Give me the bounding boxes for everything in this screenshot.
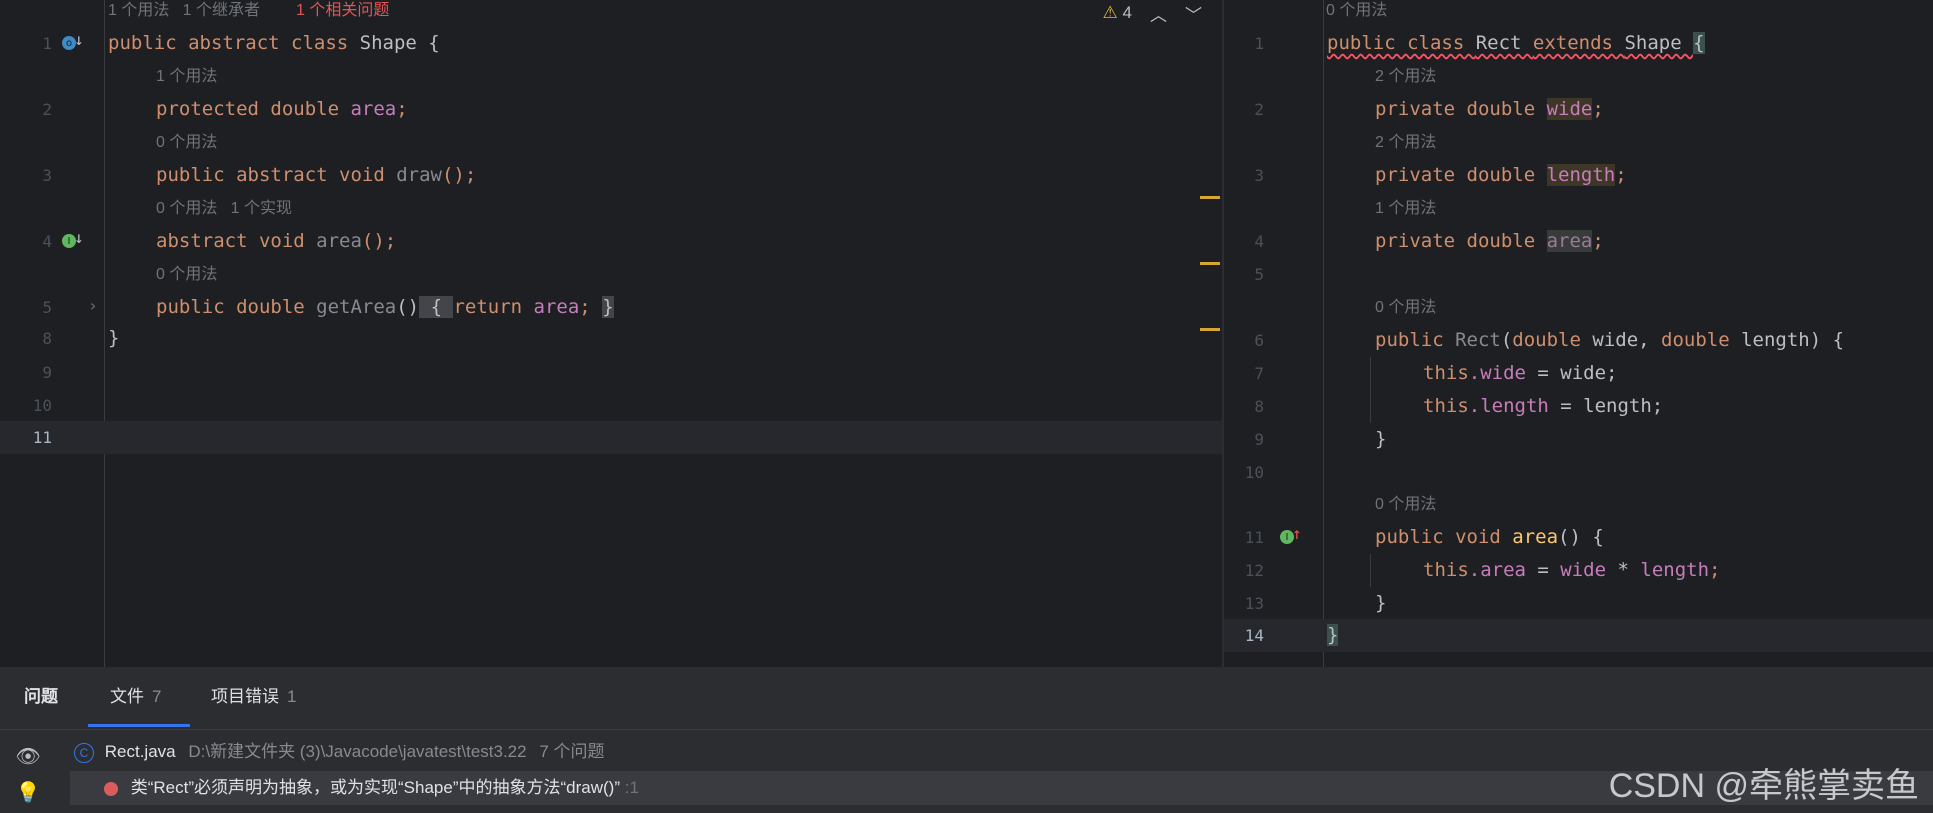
line-number: 10 (1244, 463, 1264, 482)
error-line: :1 (624, 778, 639, 797)
indent-guide (1370, 554, 1371, 587)
line-number: 2 (1254, 100, 1264, 119)
line-number: 12 (1244, 561, 1264, 580)
code-line[interactable]: public double getArea() { return area; } (156, 291, 614, 324)
related-problems-hint[interactable]: 1 个相关问题 (296, 0, 389, 27)
line-number: 9 (1254, 430, 1264, 449)
line-number: 1 (1254, 34, 1264, 53)
line-number: 3 (1254, 166, 1264, 185)
line-number: 5 (1254, 265, 1264, 284)
warning-stripe[interactable] (1200, 328, 1220, 331)
chevron-down-icon[interactable]: ﹀ (1185, 1, 1202, 26)
usages-hint[interactable]: 1 个用法 (1375, 192, 1436, 225)
line-number: 7 (1254, 364, 1264, 383)
indent-guide (1370, 357, 1371, 423)
warning-icon: ⚠ (1102, 3, 1118, 22)
usages-hint[interactable]: 0 个用法 1 个实现 (156, 192, 292, 225)
usages-hint[interactable]: 0 个用法 (1375, 291, 1436, 324)
code-line[interactable]: abstract void area(); (156, 225, 396, 258)
line-number: 13 (1244, 594, 1264, 613)
code-line[interactable]: public abstract void draw(); (156, 159, 476, 192)
fold-chevron-icon[interactable]: › (88, 296, 98, 315)
code-line[interactable]: public abstract class Shape { (108, 27, 440, 60)
usages-hint[interactable]: 0 个用法 (156, 126, 217, 159)
code-line[interactable]: } (108, 322, 119, 355)
problem-count: 7 个问题 (539, 742, 605, 761)
chevron-up-icon[interactable]: ︿ (1150, 1, 1167, 26)
line-number: 9 (42, 363, 52, 382)
line-number: 3 (42, 166, 52, 185)
code-line[interactable]: public void area() { (1375, 521, 1604, 554)
error-message: 类“Rect”必须声明为抽象，或为实现“Shape”中的抽象方法“draw()” (130, 778, 620, 797)
right-editor[interactable]: 0 个用法 1 2 3 4 5 6 7 8 9 10 11 12 13 14 I… (1224, 0, 1933, 667)
arrow-down-icon[interactable]: ↓ (74, 228, 84, 247)
warning-stripe[interactable] (1200, 196, 1220, 199)
code-line[interactable]: private double wide; (1375, 93, 1604, 126)
usages-hint[interactable]: 1 个用法 1 个继承者 (108, 0, 260, 27)
gutter-divider (104, 0, 105, 667)
line-number: 2 (42, 100, 52, 119)
arrow-down-icon[interactable]: ↓ (74, 30, 84, 49)
panel-divider (0, 729, 1933, 730)
usages-hint[interactable]: 1 个用法 (156, 60, 217, 93)
class-icon: C (74, 742, 94, 763)
error-icon (104, 781, 118, 796)
code-line[interactable]: this.wide = wide; (1423, 357, 1617, 390)
code-line[interactable]: public Rect(double wide, double length) … (1375, 324, 1844, 357)
line-number: 8 (42, 329, 52, 348)
watermark: CSDN @牵熊掌卖鱼 (1608, 767, 1919, 805)
line-number: 1 (42, 34, 52, 53)
usages-hint[interactable]: 0 个用法 (1375, 488, 1436, 521)
line-number: 14 (1244, 626, 1264, 645)
file-name: Rect.java (104, 742, 176, 761)
current-line-highlight (0, 421, 1222, 454)
line-number: 11 (32, 428, 52, 447)
code-line[interactable]: } (1375, 587, 1386, 620)
warning-stripe[interactable] (1200, 262, 1220, 265)
tab-project-errors[interactable]: 项目错误 1 (211, 667, 296, 727)
code-line[interactable]: } (1327, 619, 1339, 652)
code-line[interactable]: this.length = length; (1423, 390, 1663, 423)
lightbulb-icon[interactable]: 💡 (16, 780, 41, 804)
code-line[interactable]: this.area = wide * length; (1423, 554, 1720, 587)
gutter-divider (1323, 0, 1324, 667)
tab-file[interactable]: 文件 7 (110, 667, 161, 727)
line-number: 5 (42, 298, 52, 317)
usages-hint[interactable]: 0 个用法 (1326, 0, 1387, 27)
active-tab-indicator (88, 724, 190, 727)
line-number: 8 (1254, 397, 1264, 416)
line-number: 11 (1244, 528, 1264, 547)
file-path: D:\新建文件夹 (3)\Javacode\javatest\test3.22 (188, 742, 527, 761)
warning-indicator[interactable]: ⚠ 4 (1103, 3, 1132, 23)
line-number: 6 (1254, 331, 1264, 350)
arrow-up-icon[interactable]: ↑ (1292, 524, 1302, 543)
line-number: 4 (1254, 232, 1264, 251)
left-editor[interactable]: 1 个用法 1 个继承者 1 个相关问题 ⚠ 4 ︿ ﹀ 1 2 3 4 5 8… (0, 0, 1222, 667)
line-number: 10 (32, 396, 52, 415)
code-line[interactable]: private double area; (1375, 225, 1604, 258)
tab-problems[interactable]: 问题 (24, 667, 58, 727)
eye-icon[interactable]: 👁 (15, 744, 40, 768)
usages-hint[interactable]: 2 个用法 (1375, 60, 1436, 93)
inspection-widget[interactable]: ⚠ 4 ︿ ﹀ (1103, 0, 1202, 26)
line-number: 4 (42, 232, 52, 251)
usages-hint[interactable]: 0 个用法 (156, 258, 217, 291)
code-line[interactable]: protected double area; (156, 93, 408, 126)
usages-hint[interactable]: 2 个用法 (1375, 126, 1436, 159)
code-line[interactable]: private double length; (1375, 159, 1627, 192)
code-line[interactable]: } (1375, 423, 1386, 456)
code-line[interactable]: public class Rect extends Shape { (1327, 27, 1705, 60)
